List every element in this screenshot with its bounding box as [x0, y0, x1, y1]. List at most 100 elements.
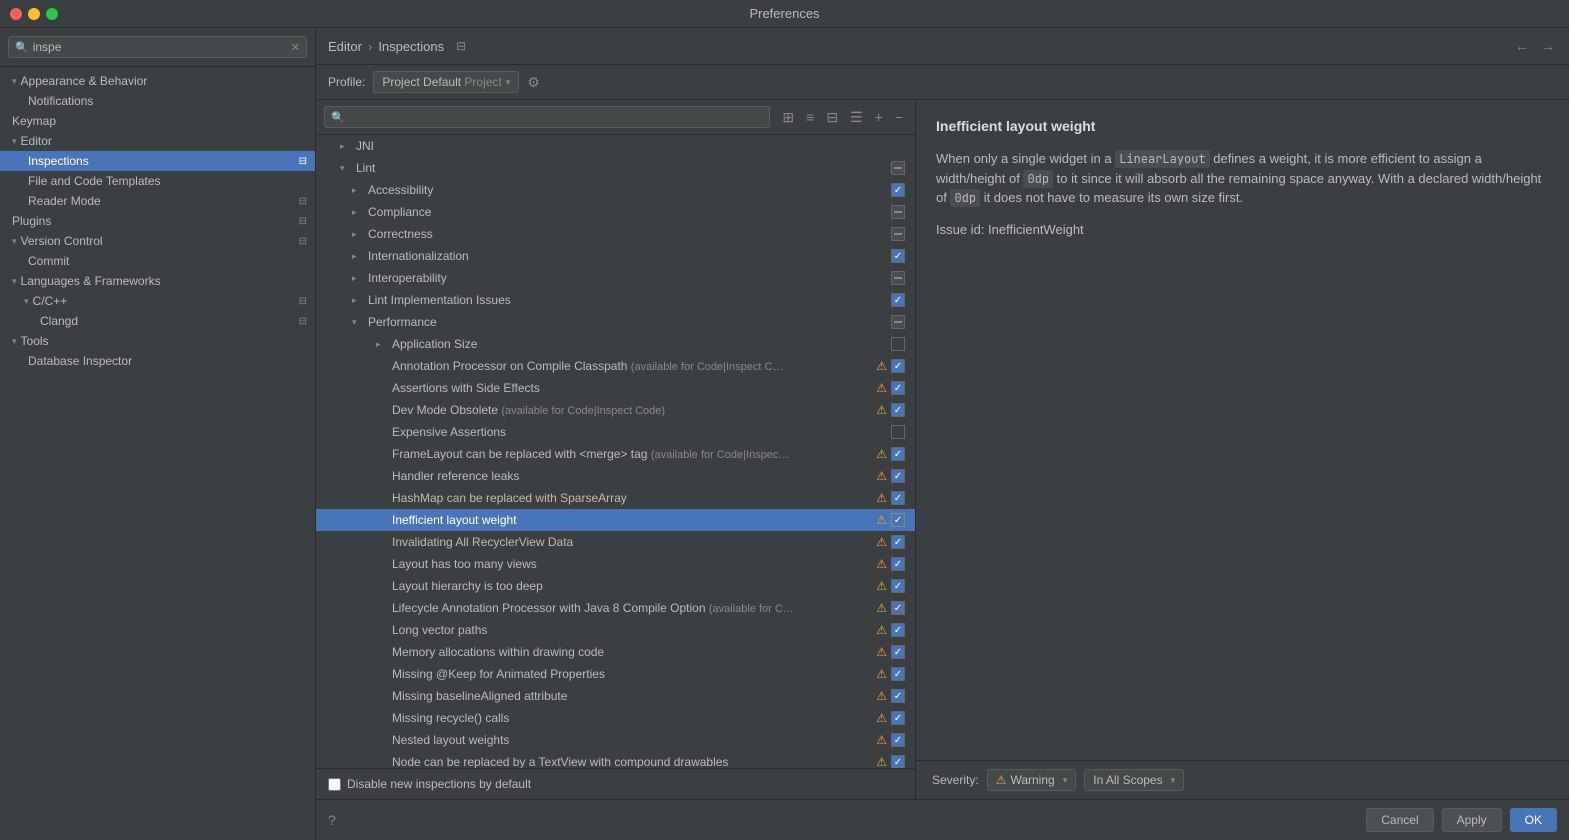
row-label: Missing @Keep for Animated Properties	[392, 667, 876, 681]
group-button[interactable]: ☰	[846, 107, 867, 128]
list-item[interactable]: Nested layout weights ⚠ ✓	[316, 729, 915, 751]
checkbox-unchecked[interactable]	[891, 337, 905, 351]
list-item[interactable]: Assertions with Side Effects ⚠ ✓	[316, 377, 915, 399]
row-label: Expensive Assertions	[392, 425, 891, 439]
checkbox-checked[interactable]: ✓	[891, 645, 905, 659]
warning-icon: ⚠	[876, 689, 887, 703]
sidebar-item-plugins[interactable]: Plugins ⊟	[0, 211, 315, 231]
list-item[interactable]: Missing baselineAligned attribute ⚠ ✓	[316, 685, 915, 707]
profile-select[interactable]: Project Default Project ▾	[373, 71, 519, 93]
sidebar-item-commit[interactable]: Commit	[0, 251, 315, 271]
checkbox-checked[interactable]: ✓	[891, 755, 905, 768]
list-item[interactable]: Missing @Keep for Animated Properties ⚠ …	[316, 663, 915, 685]
checkbox-indeterminate[interactable]	[891, 227, 905, 241]
checkbox-checked[interactable]: ✓	[891, 513, 905, 527]
checkbox-checked[interactable]: ✓	[891, 491, 905, 505]
list-item-selected[interactable]: Inefficient layout weight ⚠ ✓	[316, 509, 915, 531]
checkbox-indeterminate[interactable]	[891, 315, 905, 329]
clear-icon[interactable]: ✕	[291, 41, 300, 54]
list-item[interactable]: Lifecycle Annotation Processor with Java…	[316, 597, 915, 619]
sidebar-item-tools[interactable]: Tools	[0, 331, 315, 351]
list-item[interactable]: Invalidating All RecyclerView Data ⚠ ✓	[316, 531, 915, 553]
checkbox-checked[interactable]: ✓	[891, 579, 905, 593]
severity-select[interactable]: ⚠ Warning ▾	[987, 769, 1077, 791]
checkbox-checked[interactable]: ✓	[891, 535, 905, 549]
collapse-all-button[interactable]: ⊟	[822, 107, 842, 128]
checkbox-indeterminate[interactable]	[891, 205, 905, 219]
checkbox-indeterminate[interactable]	[891, 271, 905, 285]
list-item[interactable]: ▸ Lint Implementation Issues ✓	[316, 289, 915, 311]
checkbox-indeterminate[interactable]	[891, 161, 905, 175]
checkbox-checked[interactable]: ✓	[891, 293, 905, 307]
list-item[interactable]: ▸ Compliance	[316, 201, 915, 223]
sidebar-item-appearance[interactable]: Appearance & Behavior	[0, 71, 315, 91]
checkbox-checked[interactable]: ✓	[891, 447, 905, 461]
help-button[interactable]: ?	[328, 812, 336, 828]
gear-button[interactable]: ⚙	[527, 74, 540, 91]
list-item[interactable]: Handler reference leaks ⚠ ✓	[316, 465, 915, 487]
apply-button[interactable]: Apply	[1442, 808, 1502, 832]
checkbox-checked[interactable]: ✓	[891, 403, 905, 417]
list-item[interactable]: ▸ Internationalization ✓	[316, 245, 915, 267]
minimize-button[interactable]	[28, 8, 40, 20]
list-item[interactable]: Expensive Assertions	[316, 421, 915, 443]
sidebar-item-notifications[interactable]: Notifications	[0, 91, 315, 111]
scope-select[interactable]: In All Scopes ▾	[1084, 769, 1184, 791]
list-item[interactable]: ▸ Interoperability	[316, 267, 915, 289]
sidebar-item-version-control[interactable]: Version Control ⊟	[0, 231, 315, 251]
list-item[interactable]: Node can be replaced by a TextView with …	[316, 751, 915, 768]
sidebar-item-cpp[interactable]: C/C++ ⊟	[0, 291, 315, 311]
add-button[interactable]: +	[871, 107, 887, 127]
sidebar-item-languages[interactable]: Languages & Frameworks	[0, 271, 315, 291]
list-item[interactable]: Annotation Processor on Compile Classpat…	[316, 355, 915, 377]
checkbox-checked[interactable]: ✓	[891, 469, 905, 483]
filter-button[interactable]: ⊞	[778, 107, 798, 128]
list-item[interactable]: HashMap can be replaced with SparseArray…	[316, 487, 915, 509]
sidebar-item-inspections[interactable]: Inspections ⊟	[0, 151, 315, 171]
checkbox-checked[interactable]: ✓	[891, 183, 905, 197]
list-item[interactable]: FrameLayout can be replaced with <merge>…	[316, 443, 915, 465]
list-item[interactable]: Layout has too many views ⚠ ✓	[316, 553, 915, 575]
sidebar-item-database-inspector[interactable]: Database Inspector	[0, 351, 315, 371]
expand-all-button[interactable]: ≡	[802, 107, 818, 127]
sidebar-item-reader-mode[interactable]: Reader Mode ⊟	[0, 191, 315, 211]
list-item[interactable]: Layout hierarchy is too deep ⚠ ✓	[316, 575, 915, 597]
list-item[interactable]: ▾ Performance	[316, 311, 915, 333]
search-wrapper: 🔍 ✕	[8, 36, 307, 58]
list-item[interactable]: ▾ Lint	[316, 157, 915, 179]
list-item[interactable]: ▸ Application Size	[316, 333, 915, 355]
checkbox-checked[interactable]: ✓	[891, 667, 905, 681]
maximize-button[interactable]	[46, 8, 58, 20]
checkbox-checked[interactable]: ✓	[891, 623, 905, 637]
list-item[interactable]: ▸ Correctness	[316, 223, 915, 245]
ok-button[interactable]: OK	[1510, 808, 1557, 832]
filter-input[interactable]	[349, 110, 764, 124]
checkbox-checked[interactable]: ✓	[891, 733, 905, 747]
disable-checkbox[interactable]	[328, 778, 341, 791]
list-item[interactable]: Memory allocations within drawing code ⚠…	[316, 641, 915, 663]
list-item[interactable]: Missing recycle() calls ⚠ ✓	[316, 707, 915, 729]
list-item[interactable]: ▸ JNI	[316, 135, 915, 157]
sidebar-item-file-code-templates[interactable]: File and Code Templates	[0, 171, 315, 191]
close-button[interactable]	[10, 8, 22, 20]
checkbox-checked[interactable]: ✓	[891, 689, 905, 703]
sidebar-item-editor[interactable]: Editor	[0, 131, 315, 151]
checkbox-checked[interactable]: ✓	[891, 359, 905, 373]
back-button[interactable]: ←	[1513, 36, 1531, 56]
list-item[interactable]: ▸ Accessibility ✓	[316, 179, 915, 201]
list-item[interactable]: Dev Mode Obsolete (available for Code|In…	[316, 399, 915, 421]
options-icon[interactable]: ⊟	[456, 39, 466, 53]
cancel-button[interactable]: Cancel	[1366, 808, 1433, 832]
checkbox-checked[interactable]: ✓	[891, 381, 905, 395]
checkbox-checked[interactable]: ✓	[891, 711, 905, 725]
list-item[interactable]: Long vector paths ⚠ ✓	[316, 619, 915, 641]
checkbox-checked[interactable]: ✓	[891, 249, 905, 263]
remove-button[interactable]: −	[891, 107, 907, 127]
search-input[interactable]	[33, 40, 291, 54]
sidebar-item-clangd[interactable]: Clangd ⊟	[0, 311, 315, 331]
checkbox-checked[interactable]: ✓	[891, 557, 905, 571]
checkbox-unchecked[interactable]	[891, 425, 905, 439]
forward-button[interactable]: →	[1539, 36, 1557, 56]
checkbox-checked[interactable]: ✓	[891, 601, 905, 615]
sidebar-item-keymap[interactable]: Keymap	[0, 111, 315, 131]
